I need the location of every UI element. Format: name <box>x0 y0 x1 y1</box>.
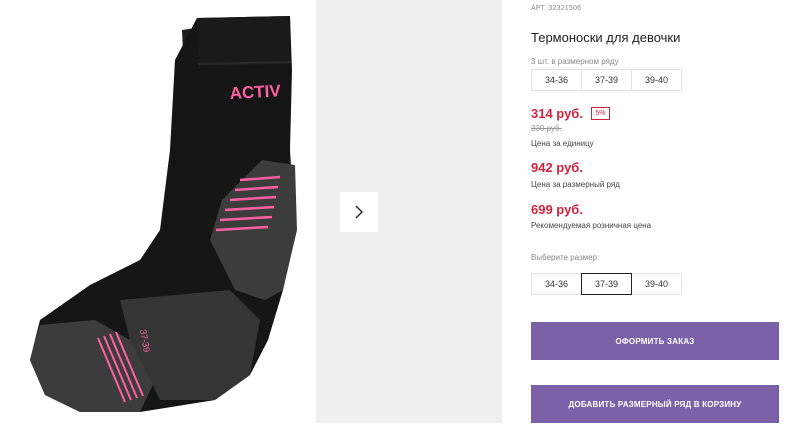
retail-price: 699 руб. <box>531 202 583 217</box>
checkout-button[interactable]: ОФОРМИТЬ ЗАКАЗ <box>531 322 779 360</box>
pack-label: 3 шт. в размерном ряду <box>531 57 619 66</box>
next-photo-button[interactable] <box>340 192 378 232</box>
size-selector: 34-36 37-39 39-40 <box>531 273 682 295</box>
product-photo[interactable]: ACTIV 37-39 <box>0 0 316 431</box>
row-price: 942 руб. <box>531 160 583 175</box>
add-size-row-to-cart-button[interactable]: ДОБАВИТЬ РАЗМЕРНЫЙ РЯД В КОРЗИНУ <box>531 385 779 423</box>
unit-price-row: 314 руб. 5% <box>531 105 610 123</box>
pack-sizes: 34-36 37-39 39-40 <box>531 69 682 91</box>
article-number: АРТ. 32321506 <box>531 5 582 12</box>
retail-price-caption: Рекомендуемая розничная цена <box>531 221 652 230</box>
size-option-34-36[interactable]: 34-36 <box>531 273 582 295</box>
size-select-label: Выберите размер: <box>531 253 600 262</box>
size-option-39-40[interactable]: 39-40 <box>631 273 682 295</box>
chevron-right-icon <box>355 205 363 219</box>
old-price: 330 руб. <box>531 124 562 133</box>
discount-badge: 5% <box>591 107 610 121</box>
pack-size-item: 37-39 <box>581 69 632 91</box>
photo-brand-text: ACTIV <box>229 81 282 103</box>
unit-price: 314 руб. <box>531 106 583 121</box>
pack-size-item: 34-36 <box>531 69 582 91</box>
sock-illustration: ACTIV 37-39 <box>30 16 297 412</box>
row-price-caption: Цена за размерный ряд <box>531 180 620 189</box>
pack-size-item: 39-40 <box>631 69 682 91</box>
size-option-37-39[interactable]: 37-39 <box>581 273 632 295</box>
unit-price-caption: Цена за единицу <box>531 139 594 148</box>
sock-cuff <box>197 16 291 66</box>
product-title: Термоноски для девочки <box>531 30 681 45</box>
